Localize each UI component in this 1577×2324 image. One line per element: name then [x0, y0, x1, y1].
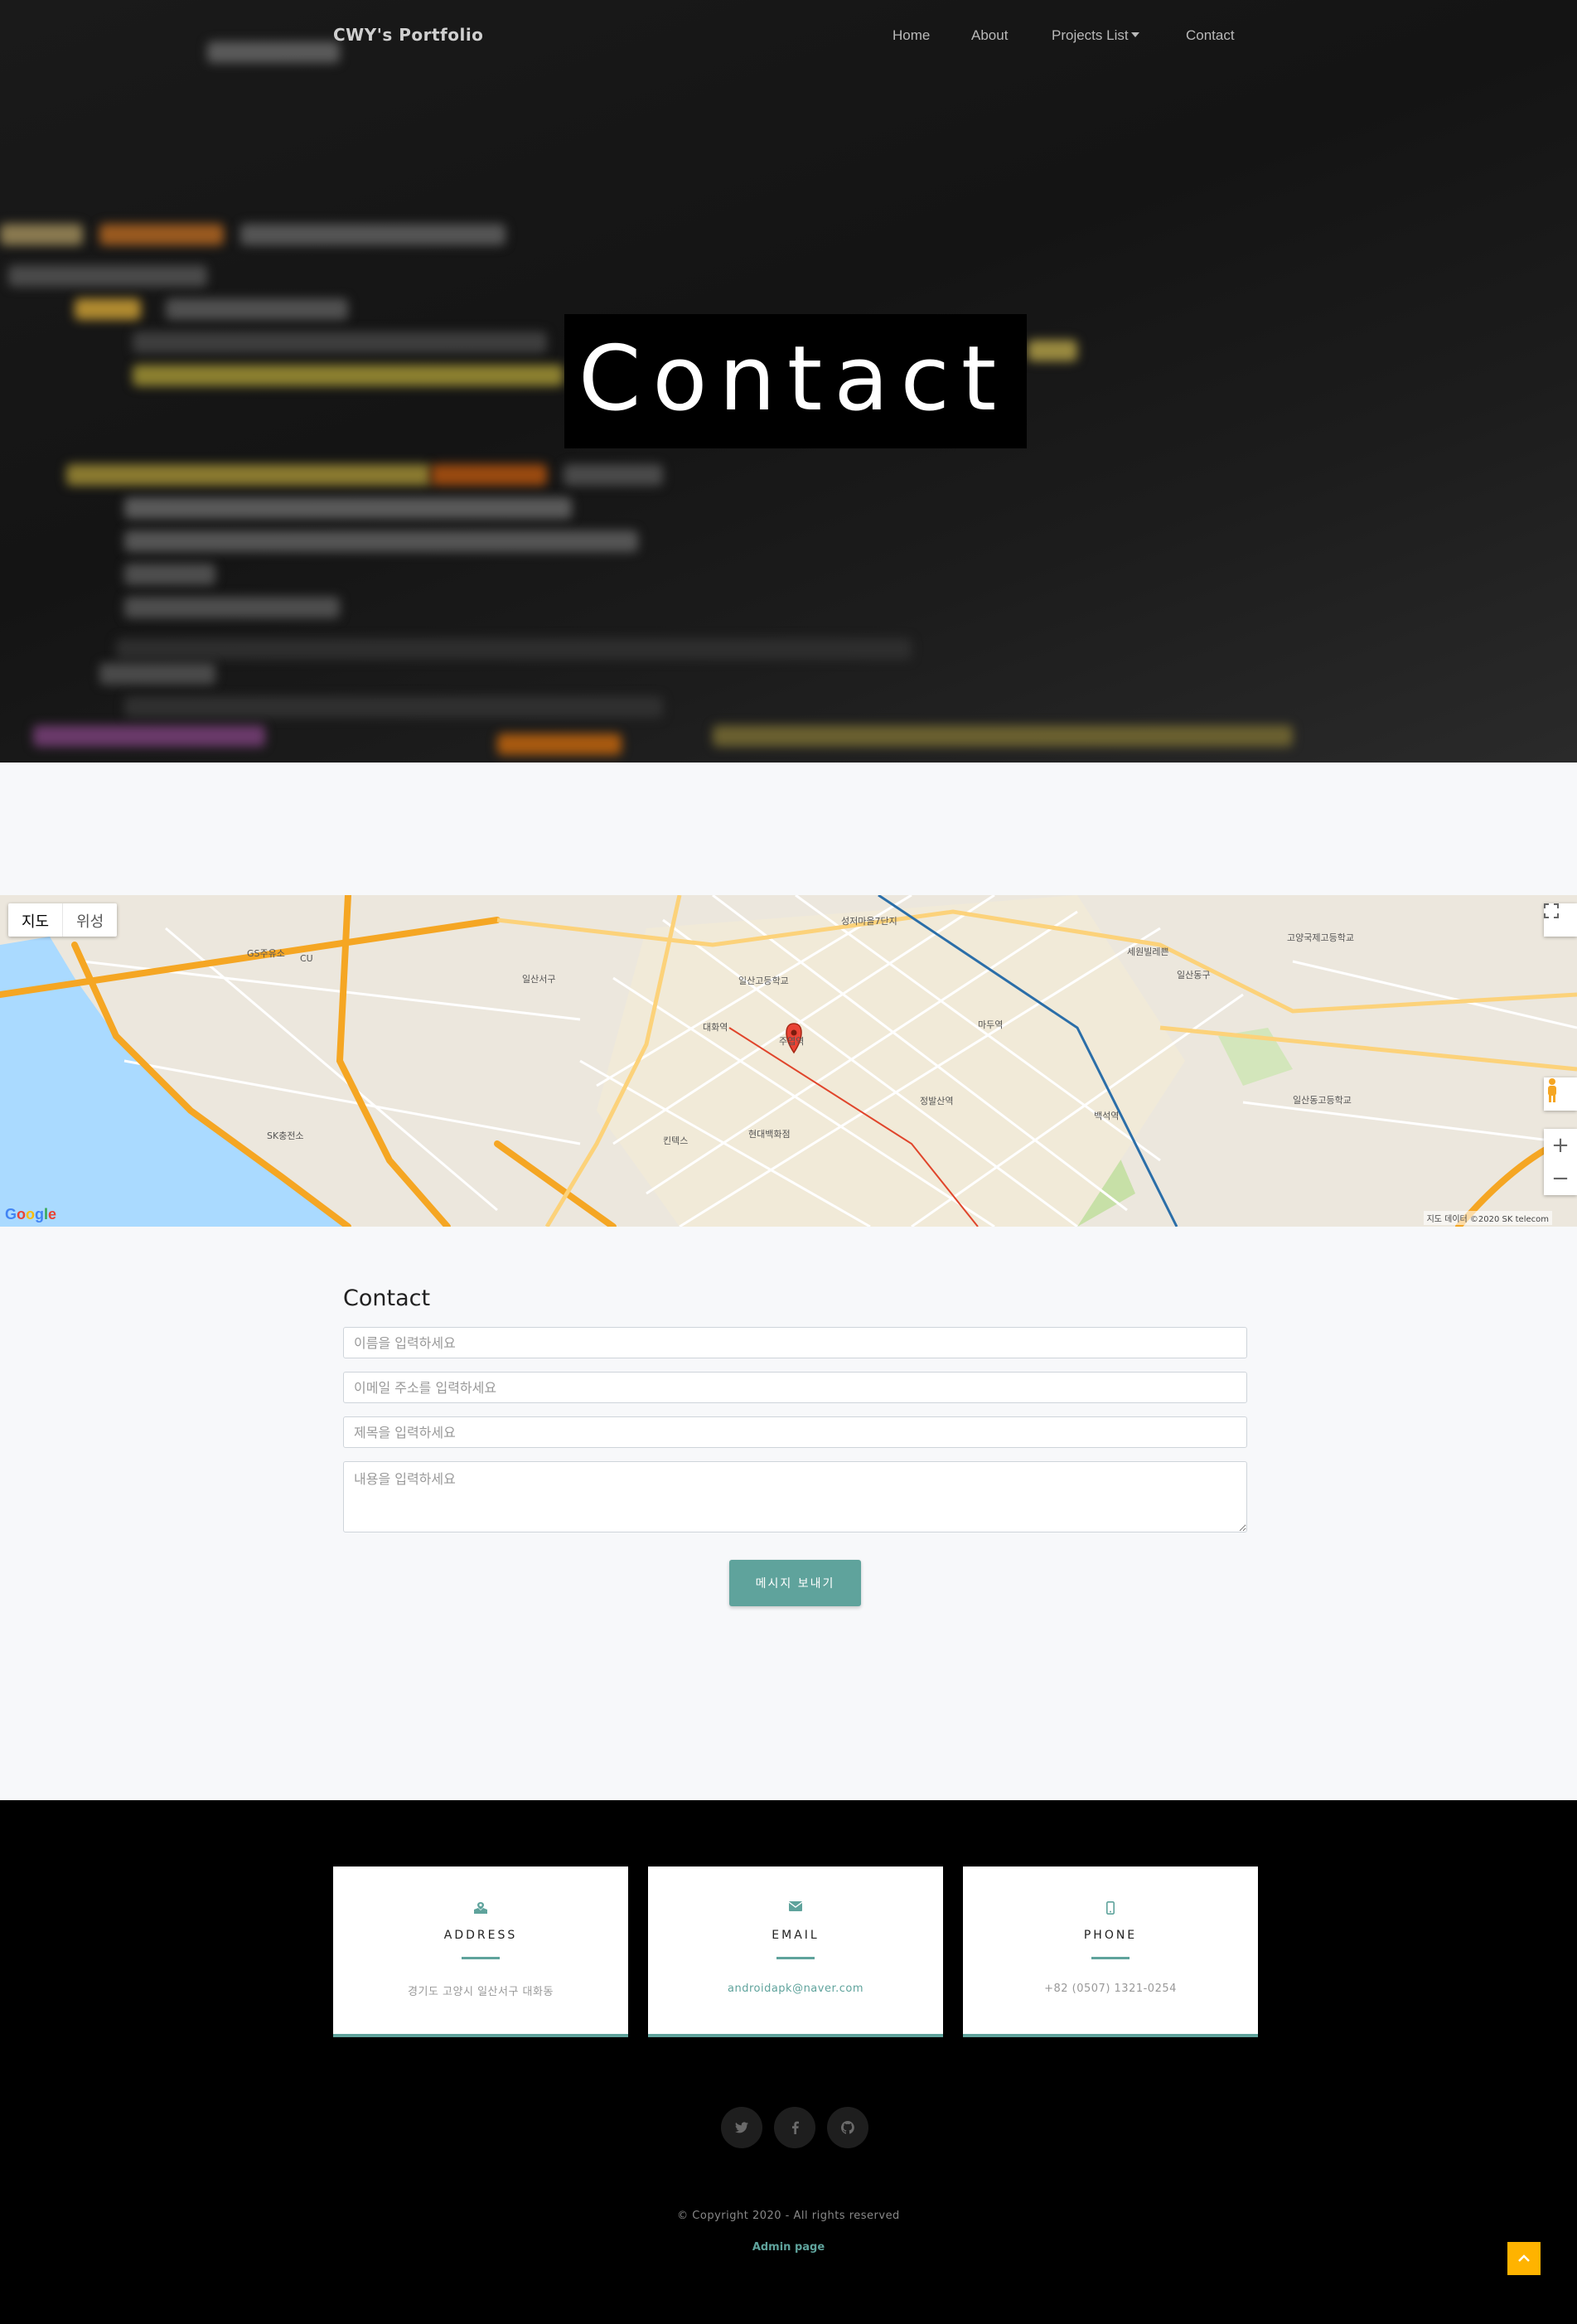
email-card: EMAIL androidapk@naver.com [648, 1866, 943, 2037]
email-label: EMAIL [772, 1929, 820, 1942]
background-decoration [133, 365, 564, 386]
name-input[interactable] [343, 1327, 1247, 1358]
nav-projects-dropdown[interactable]: Projects List [1052, 27, 1139, 44]
divider [776, 1957, 815, 1959]
background-decoration [431, 464, 547, 486]
background-decoration [240, 224, 506, 245]
background-decoration [713, 725, 1293, 747]
svg-text:GS주유소: GS주유소 [247, 948, 285, 959]
subject-input[interactable] [343, 1416, 1247, 1448]
map-type-satellite[interactable]: 위성 [63, 903, 117, 937]
map-canvas: 일산서구 일산동구 대화역 주엽역 정발산역 마두역 백석역 세원빌레쁜 성저마… [0, 895, 1577, 1227]
facebook-icon [791, 2121, 799, 2134]
pegman-icon [1548, 1078, 1556, 1102]
background-decoration [8, 265, 207, 287]
email-input[interactable] [343, 1372, 1247, 1403]
phone-label: PHONE [1083, 1929, 1138, 1942]
envelope-icon [648, 1901, 943, 1918]
phone-value: +82 (0507) 1321-0254 [1044, 1983, 1177, 1995]
caret-down-icon [1130, 31, 1139, 37]
background-decoration [66, 464, 431, 486]
contact-form-title: Contact [343, 1285, 431, 1311]
background-decoration [133, 332, 547, 353]
address-label: ADDRESS [443, 1929, 518, 1942]
nav-about[interactable]: About [971, 27, 1008, 44]
svg-text:일산동고등학교: 일산동고등학교 [1293, 1094, 1352, 1106]
street-view-button[interactable] [1544, 1077, 1577, 1111]
zoom-control: + − [1544, 1129, 1577, 1195]
google-map[interactable]: 일산서구 일산동구 대화역 주엽역 정발산역 마두역 백석역 세원빌레쁜 성저마… [0, 895, 1577, 1227]
background-decoration [99, 224, 224, 245]
copyright-text: © Copyright 2020 - All rights reserved [677, 2210, 900, 2222]
map-attribution[interactable]: 지도 데이터 ©2020 SK telecom [1423, 1211, 1552, 1225]
svg-text:킨텍스: 킨텍스 [663, 1135, 688, 1146]
send-message-button[interactable]: 메시지 보내기 [729, 1560, 861, 1606]
zoom-in-button[interactable]: + [1551, 1129, 1570, 1162]
svg-text:일산서구: 일산서구 [522, 973, 555, 985]
svg-text:백석역: 백석역 [1094, 1111, 1119, 1121]
nav-projects-label: Projects List [1052, 27, 1129, 43]
svg-text:세원빌레쁜: 세원빌레쁜 [1127, 947, 1169, 957]
background-decoration [1028, 340, 1077, 361]
page-title: Contact [578, 327, 1009, 431]
svg-text:일산동구: 일산동구 [1177, 969, 1210, 980]
background-decoration [75, 298, 141, 320]
background-decoration [124, 597, 340, 618]
background-decoration [33, 725, 265, 747]
map-icon [333, 1901, 628, 1918]
github-link[interactable] [827, 2107, 868, 2148]
address-value: 경기도 고양시 일산서구 대화동 [408, 1986, 554, 1998]
background-decoration [124, 497, 572, 519]
svg-text:현대백화점: 현대백화점 [748, 1129, 791, 1140]
fullscreen-icon [1544, 903, 1559, 918]
brand-link[interactable]: CWY's Portfolio [333, 25, 483, 45]
svg-text:고양국제고등학교: 고양국제고등학교 [1287, 932, 1354, 943]
scroll-to-top-button[interactable] [1507, 2242, 1541, 2275]
background-decoration [124, 530, 638, 552]
address-card: ADDRESS 경기도 고양시 일산서구 대화동 [333, 1866, 628, 2037]
hero-section: Contact [0, 0, 1577, 763]
svg-text:CU: CU [300, 953, 313, 964]
svg-text:대화역: 대화역 [703, 1022, 728, 1033]
zoom-out-button[interactable]: − [1551, 1162, 1570, 1195]
divider [1091, 1957, 1130, 1959]
email-link[interactable]: androidapk@naver.com [648, 1983, 943, 1995]
svg-text:성저마을7단지: 성저마을7단지 [841, 916, 897, 927]
footer: ADDRESS 경기도 고양시 일산서구 대화동 EMAIL androidap… [0, 1800, 1577, 2324]
twitter-link[interactable] [721, 2107, 762, 2148]
background-decoration [166, 298, 348, 320]
background-decoration [564, 464, 663, 486]
svg-text:SK충전소: SK충전소 [267, 1131, 304, 1141]
map-type-road[interactable]: 지도 [8, 903, 64, 937]
message-textarea[interactable] [343, 1461, 1247, 1532]
admin-page-link[interactable]: Admin page [0, 2241, 1577, 2254]
svg-text:정발산역: 정발산역 [920, 1096, 953, 1106]
fullscreen-button[interactable] [1544, 903, 1577, 937]
nav-contact[interactable]: Contact [1186, 27, 1235, 44]
twitter-icon [735, 2122, 748, 2133]
phone-card: PHONE +82 (0507) 1321-0254 [963, 1866, 1258, 2037]
divider [462, 1957, 500, 1959]
background-decoration [124, 564, 215, 585]
svg-text:주엽역: 주엽역 [779, 1036, 804, 1047]
background-decoration [497, 734, 622, 755]
mobile-icon [963, 1901, 1258, 1918]
background-decoration [99, 663, 215, 685]
navbar: CWY's Portfolio Home About Projects List… [0, 0, 1577, 71]
background-decoration [116, 638, 912, 660]
svg-text:일산고등학교: 일산고등학교 [738, 975, 789, 986]
google-logo: Google [5, 1206, 57, 1223]
svg-text:마두역: 마두역 [978, 1019, 1003, 1030]
map-type-control: 지도 위성 [8, 903, 118, 937]
background-decoration [124, 696, 663, 718]
nav-home[interactable]: Home [893, 27, 930, 44]
background-decoration [0, 224, 83, 245]
github-icon [841, 2121, 854, 2134]
chevron-up-icon [1518, 2254, 1530, 2262]
facebook-link[interactable] [774, 2107, 815, 2148]
